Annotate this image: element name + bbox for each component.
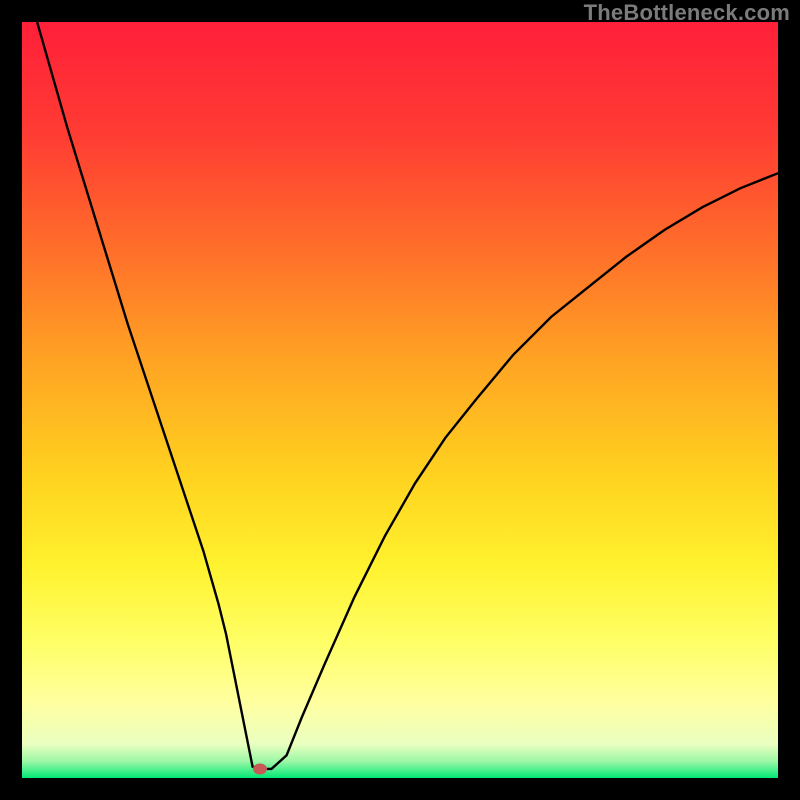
chart-frame [22, 22, 778, 778]
bottleneck-chart [22, 22, 778, 778]
gradient-background [22, 22, 778, 778]
optimum-marker [253, 763, 267, 774]
watermark-text: TheBottleneck.com [584, 0, 790, 26]
